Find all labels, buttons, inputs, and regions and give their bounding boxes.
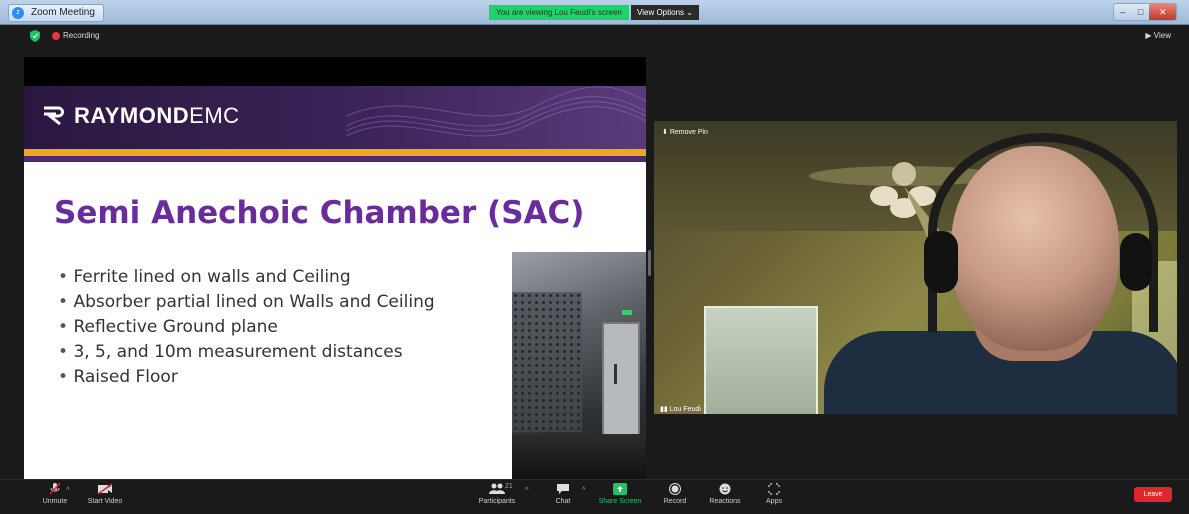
exit-sign (622, 310, 632, 315)
headset-earcup-left (924, 231, 958, 293)
participant-name-tag: ▮▮ Lou Feudi (660, 406, 701, 413)
participant-name: Lou Feudi (669, 406, 701, 413)
chat-icon (557, 484, 569, 494)
gold-stripe (24, 149, 646, 156)
chevron-up-icon[interactable]: ^ (66, 487, 69, 494)
headset-icon (928, 133, 1158, 332)
participants-count: 21 (505, 483, 513, 490)
recording-label[interactable]: Recording (63, 31, 99, 40)
view-button[interactable]: ▶ View (1145, 31, 1171, 40)
participants-icon (489, 483, 505, 494)
raymond-logo-icon (44, 106, 64, 126)
remove-pin-label: Remove Pin (669, 129, 708, 136)
logo-light-text: EMC (189, 103, 240, 128)
participants-label: Participants (478, 498, 516, 505)
leave-button[interactable]: Leave (1134, 487, 1172, 502)
chamber-photo (512, 252, 646, 479)
shield-icon[interactable] (30, 30, 40, 42)
apps-button[interactable]: Apps (739, 483, 809, 505)
minimize-button[interactable]: – (1114, 4, 1132, 20)
share-screen-icon (613, 483, 627, 495)
logo-bold-text: RAYMOND (74, 103, 190, 128)
start-video-label: Start Video (87, 498, 123, 505)
slide-title: Semi Anechoic Chamber (SAC) (54, 195, 585, 231)
close-button[interactable]: ✕ (1149, 4, 1176, 20)
maximize-button[interactable]: □ (1131, 4, 1150, 20)
slide-bullet: 3, 5, and 10m measurement distances (58, 340, 435, 365)
viewing-screen-banner: You are viewing Lou Feudi's screen (489, 5, 629, 20)
apps-icon (768, 483, 780, 495)
meeting-top-strip (0, 25, 1189, 49)
slide-bullet-list: Ferrite lined on walls and Ceiling Absor… (58, 265, 435, 390)
window-controls: – □ ✕ (1113, 3, 1177, 21)
start-video-button[interactable]: Start Video (70, 483, 140, 505)
window-title-tab: z Zoom Meeting (8, 4, 104, 22)
shared-screen: RAYMONDEMC Semi Anechoic Chamber (SAC) F… (24, 57, 646, 479)
participants-button[interactable]: Participants (462, 483, 532, 505)
chamber-door (602, 322, 640, 436)
participant-video[interactable] (654, 121, 1177, 414)
raymond-emc-logo: RAYMONDEMC (74, 103, 240, 129)
split-view-handle[interactable] (648, 250, 651, 276)
slide-bullet: Ferrite lined on walls and Ceiling (58, 265, 435, 290)
headset-earcup-right (1120, 233, 1152, 291)
reactions-icon (719, 483, 731, 495)
view-options-button[interactable]: View Options ⌄ (631, 5, 699, 20)
remove-pin-button[interactable]: ⬇ Remove Pin (662, 128, 708, 136)
recording-dot-icon (52, 32, 60, 40)
slide-bullet: Reflective Ground plane (58, 315, 435, 340)
absorber-wall (512, 292, 582, 432)
chamber-floor (512, 434, 646, 479)
apps-label: Apps (766, 498, 782, 505)
record-icon (669, 483, 681, 495)
slide-top-bar (24, 57, 646, 86)
zoom-logo-icon: z (12, 7, 24, 19)
slide-bullet: Absorber partial lined on Walls and Ceil… (58, 290, 434, 315)
video-off-icon (97, 483, 113, 495)
slide-bullet: Raised Floor (58, 365, 435, 390)
muted-microphone-icon (49, 483, 61, 495)
window-title: Zoom Meeting (31, 7, 95, 18)
wave-pattern-decoration (346, 86, 646, 137)
background-door (704, 306, 818, 414)
purple-stripe (24, 156, 646, 162)
